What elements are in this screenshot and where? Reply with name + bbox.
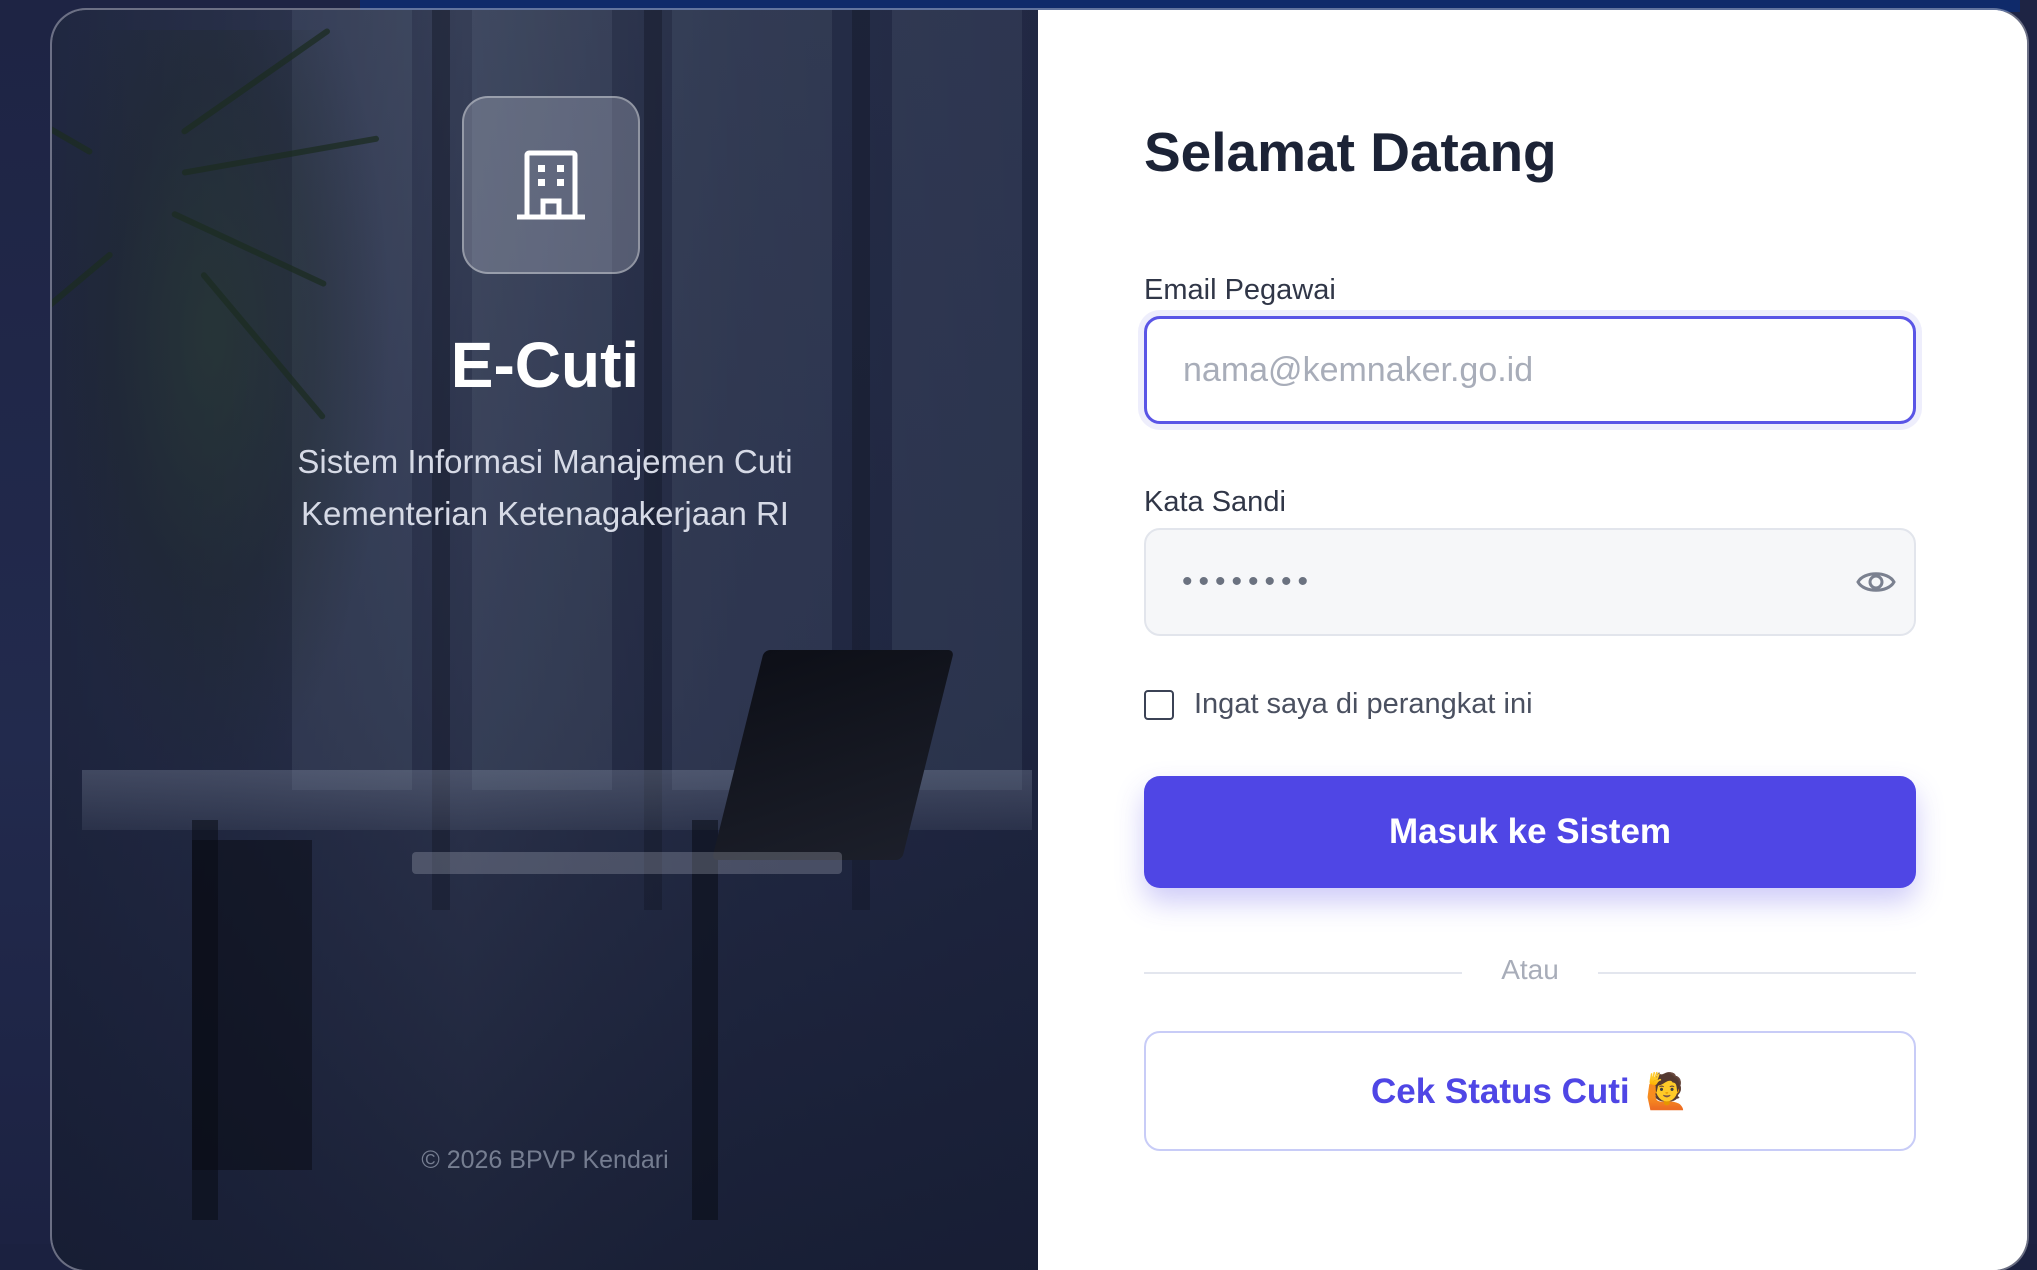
- remember-label: Ingat saya di perangkat ini: [1194, 688, 1533, 720]
- login-card: E-Cuti Sistem Informasi Manajemen Cuti K…: [52, 10, 2027, 1270]
- app-tagline: Sistem Informasi Manajemen Cuti Kementer…: [52, 436, 1038, 540]
- remember-checkbox[interactable]: [1144, 689, 1174, 720]
- divider: Atau: [1144, 954, 1916, 986]
- check-status-label: Cek Status Cuti: [1371, 1071, 1630, 1111]
- login-button[interactable]: Masuk ke Sistem: [1144, 776, 1916, 888]
- check-status-button[interactable]: Cek Status Cuti 🙋: [1144, 1031, 1916, 1151]
- brand-panel: E-Cuti Sistem Informasi Manajemen Cuti K…: [52, 10, 1038, 1270]
- plant-pot: [192, 840, 312, 1170]
- building-icon: [517, 150, 585, 220]
- tagline-line-2: Kementerian Ketenagakerjaan RI: [301, 495, 789, 532]
- divider-text: Atau: [1483, 954, 1577, 985]
- email-label: Email Pegawai: [1144, 274, 1336, 306]
- login-form-panel: Selamat Datang Email Pegawai Kata Sandi …: [1038, 10, 2027, 1270]
- app-name: E-Cuti: [450, 329, 640, 401]
- remember-me[interactable]: Ingat saya di perangkat ini: [1144, 688, 1533, 721]
- password-field[interactable]: [1144, 528, 1916, 636]
- form-title: Selamat Datang: [1144, 121, 1557, 183]
- eye-icon[interactable]: [1856, 566, 1896, 598]
- laptop-base: [412, 852, 842, 874]
- password-label: Kata Sandi: [1144, 486, 1286, 518]
- email-field[interactable]: [1144, 316, 1916, 424]
- raising-hand-icon: 🙋: [1645, 1071, 1689, 1112]
- logo-badge: [462, 96, 640, 274]
- tagline-line-1: Sistem Informasi Manajemen Cuti: [297, 443, 793, 480]
- copyright-footer: © 2026 BPVP Kendari: [421, 1146, 669, 1174]
